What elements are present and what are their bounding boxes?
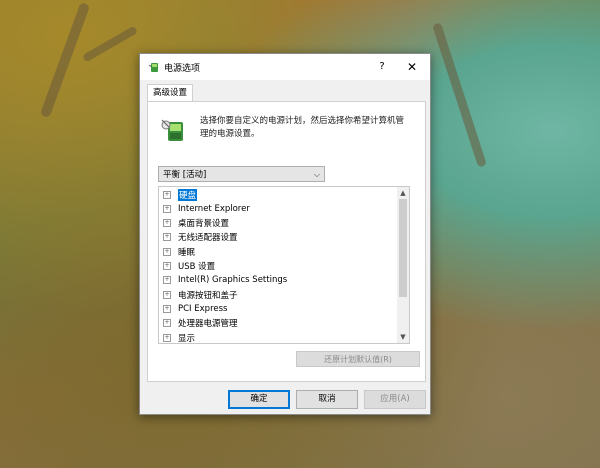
expand-icon[interactable]: + (163, 290, 171, 299)
tree-item-label: 桌面背景设置 (178, 219, 230, 230)
expand-icon[interactable]: + (163, 333, 171, 342)
power-plan-select-value: 平衡 [活动] (163, 170, 207, 180)
chevron-down-icon: ⌵ (313, 170, 320, 179)
power-options-icon (148, 63, 158, 72)
tree-item-label: USB 设置 (178, 262, 216, 272)
tab-advanced-settings[interactable]: 高级设置 (147, 84, 194, 102)
window-title: 电源选项 (164, 64, 201, 74)
wallpaper-branch (39, 1, 91, 119)
tree-scrollbar[interactable]: ▲ ▼ (397, 187, 409, 343)
wallpaper-branch (432, 22, 487, 168)
tree-item-label: PCI Express (178, 303, 228, 314)
tree-item-label: 睡眠 (178, 247, 196, 258)
tree-item-label: 硬盘 (178, 188, 198, 201)
scroll-down-icon[interactable]: ▼ (397, 331, 409, 343)
tree-item[interactable]: + 无线适配器设置 (163, 231, 238, 244)
expand-icon[interactable]: + (163, 247, 171, 256)
power-plan-select[interactable]: 平衡 [活动] ⌵ (158, 166, 325, 182)
tree-item[interactable]: + 睡眠 (163, 245, 195, 258)
expand-icon[interactable]: + (163, 304, 171, 313)
expand-icon[interactable]: + (163, 219, 171, 228)
tree-item[interactable]: + 处理器电源管理 (163, 317, 238, 330)
power-plan-icon (161, 119, 183, 141)
tree-item-label: Intel(R) Graphics Settings (178, 275, 288, 286)
close-button[interactable]: ✕ (402, 59, 422, 75)
tree-item-label: 处理器电源管理 (178, 319, 238, 330)
title-bar[interactable]: 电源选项 ? ✕ (140, 54, 430, 80)
tree-item[interactable]: + 桌面背景设置 (163, 217, 229, 230)
expand-icon[interactable]: + (163, 233, 171, 242)
tree-item-label: Internet Explorer (178, 203, 250, 214)
expand-icon[interactable]: + (163, 276, 171, 285)
tree-item-label: 显示 (178, 333, 196, 344)
wallpaper-branch (82, 25, 138, 63)
expand-icon[interactable]: + (163, 262, 171, 270)
tree-item[interactable]: + Intel(R) Graphics Settings (163, 274, 287, 287)
description-text: 选择你要自定义的电源计划，然后选择你希望计算机管理的电源设置。 (200, 116, 405, 139)
help-button[interactable]: ? (372, 59, 392, 75)
ok-button[interactable]: 确定 (228, 390, 290, 409)
tree-item[interactable]: + PCI Express (163, 302, 227, 315)
tree-item-label: 无线适配器设置 (178, 233, 238, 244)
tree-item[interactable]: + 电源按钮和盖子 (163, 288, 238, 301)
cancel-button[interactable]: 取消 (296, 390, 358, 409)
tree-item[interactable]: + 显示 (163, 331, 196, 344)
apply-button[interactable]: 应用(A) (364, 390, 426, 409)
tree-item-label: 电源按钮和盖子 (178, 290, 238, 301)
tree-item[interactable]: + 硬盘 (163, 188, 198, 201)
tree-item[interactable]: + Internet Explorer (163, 202, 250, 215)
expand-icon[interactable]: + (163, 319, 171, 328)
power-options-dialog: 电源选项 ? ✕ 高级设置 选择你要自定义的电源计划，然后选择你希望计算机管理的… (139, 53, 431, 415)
advanced-settings-panel: 选择你要自定义的电源计划，然后选择你希望计算机管理的电源设置。 平衡 [活动] … (147, 101, 426, 382)
tree-item[interactable]: + USB 设置 (163, 260, 215, 273)
scroll-thumb[interactable] (399, 199, 407, 297)
settings-tree[interactable]: + 硬盘 + Internet Explorer + 桌面背景设置 + 无线适配器设置 + 睡眠 +… (158, 186, 410, 344)
scroll-up-icon[interactable]: ▲ (397, 187, 409, 199)
restore-defaults-button[interactable]: 还原计划默认值(R) (296, 351, 420, 367)
expand-icon[interactable]: + (163, 190, 171, 199)
expand-icon[interactable]: + (163, 204, 171, 213)
